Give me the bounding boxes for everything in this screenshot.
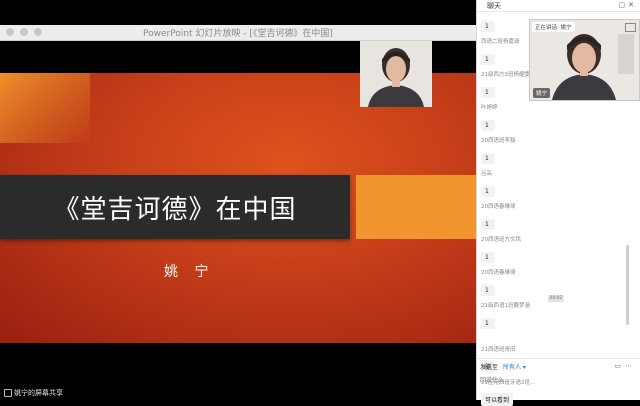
chat-sender: 20西语班方文凤 xyxy=(481,237,521,243)
chat-message-bubble: 1 xyxy=(481,120,495,131)
chat-message-bubble: 1 xyxy=(481,186,495,197)
slide-accent-block xyxy=(356,175,476,239)
send-to-target-dropdown[interactable]: 所有人 xyxy=(503,364,521,371)
chat-sender: 20西语春琳琦 xyxy=(481,270,516,276)
chat-message: 叶婷婷 1 xyxy=(481,103,607,131)
screen-share-icon xyxy=(4,389,12,397)
chat-message-bubble: 1 xyxy=(481,87,495,98)
speaking-indicator: 正在讲话: 姚宁 xyxy=(532,22,575,32)
chat-header-title: 聊天 xyxy=(487,2,501,10)
participant-name: 姚宁 xyxy=(533,88,551,98)
chat-sender: 叶婷婷 xyxy=(481,105,498,111)
chat-message: 20西语春琳琦 1 xyxy=(481,202,607,230)
file-icon[interactable]: ▭ xyxy=(614,362,625,370)
presenter-camera-overlay xyxy=(360,41,432,107)
send-to-row: 发送至 所有人 ▾ xyxy=(480,362,526,371)
chat-scrollbar[interactable] xyxy=(626,245,629,325)
chat-input[interactable] xyxy=(480,374,630,386)
chat-message: 吕高 1 xyxy=(481,169,607,197)
chat-message: 20西语班方文凤 1 xyxy=(481,235,607,263)
chat-sender: 20西语班李豁 xyxy=(481,138,516,144)
chat-message-bubble: 1 xyxy=(481,21,495,32)
slide-title: 《堂吉诃德》在中国 xyxy=(53,195,297,225)
speaker-video-tile[interactable]: 正在讲话: 姚宁 姚宁 xyxy=(529,19,640,101)
powerpoint-titlebar: PowerPoint 幻灯片放映 - [《堂吉诃德》在中国] xyxy=(0,25,476,41)
chat-sender: 吕高 xyxy=(481,171,493,177)
window-title: PowerPoint 幻灯片放映 - [《堂吉诃德》在中国] xyxy=(143,29,333,39)
chat-sender: 20西语春琳琦 xyxy=(481,204,516,210)
person-image xyxy=(360,41,432,107)
screen-share-area: PowerPoint 幻灯片放映 - [《堂吉诃德》在中国] 《堂吉诃德》在中国… xyxy=(0,0,476,400)
time-divider: 09:02 xyxy=(548,295,564,302)
chat-message-bubble: 1 xyxy=(481,54,495,65)
expand-icon[interactable] xyxy=(625,23,636,32)
chat-message: 21级西语1班戴梦涵 1 xyxy=(481,301,607,329)
slide-author: 姚 宁 xyxy=(164,264,215,280)
chat-message-bubble: 1 xyxy=(481,318,495,329)
chat-header-controls[interactable]: ▢✕ xyxy=(619,1,637,9)
more-icon[interactable]: ⋯ xyxy=(625,362,636,370)
chat-sender: 21西语班青田 xyxy=(481,347,516,353)
chat-message: 20西语班李豁 1 xyxy=(481,136,607,164)
share-status-bar: 姚宁的屏幕共享 xyxy=(0,386,476,400)
chevron-down-icon[interactable]: ▾ xyxy=(523,364,526,371)
send-to-label: 发送至 xyxy=(480,364,499,371)
share-status-label: 姚宁的屏幕共享 xyxy=(14,389,63,397)
chat-tool-icons[interactable]: ▭⋯ xyxy=(614,362,636,370)
chat-message-bubble: 1 xyxy=(481,285,495,296)
chat-message-bubble: 1 xyxy=(481,153,495,164)
chat-message-bubble: 1 xyxy=(481,252,495,263)
chat-sender: 21级西语1班戴梦涵 xyxy=(481,303,530,309)
chat-message: 20西语春琳琦 1 xyxy=(481,268,607,296)
chat-message-bubble: 1 xyxy=(481,219,495,230)
slide-title-box: 《堂吉诃德》在中国 xyxy=(0,175,350,239)
